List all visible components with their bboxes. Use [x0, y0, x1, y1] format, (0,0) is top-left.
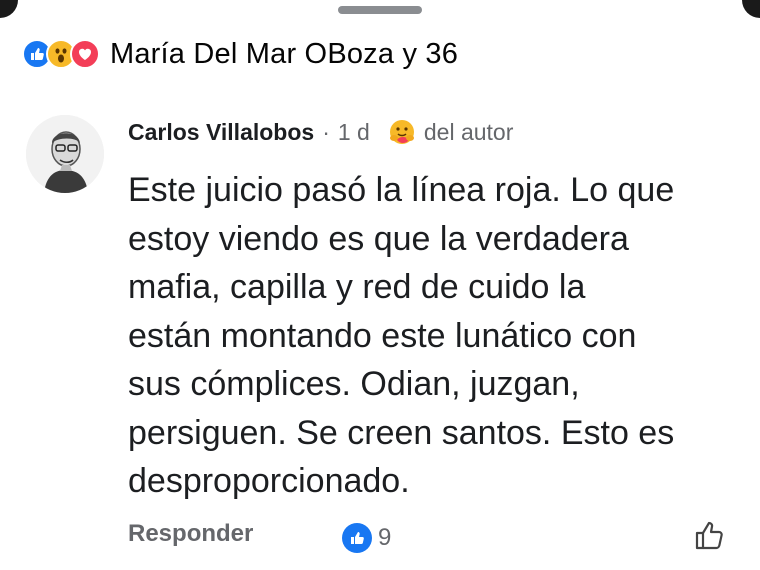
comment-meta: Carlos Villalobos · 1 d del autor	[128, 118, 513, 146]
thumbs-up-icon[interactable]	[692, 518, 726, 552]
reaction-icons	[22, 39, 100, 69]
sheet-corner-right	[742, 0, 760, 18]
comment-time[interactable]: 1 d	[338, 119, 370, 146]
hug-emoji-icon	[389, 120, 414, 144]
avatar[interactable]	[26, 115, 104, 193]
meta-separator: ·	[322, 118, 330, 145]
love-icon	[70, 39, 100, 69]
reply-button[interactable]: Responder	[128, 520, 253, 548]
like-count: 9	[378, 524, 392, 551]
like-icon	[342, 523, 372, 553]
like-summary[interactable]: 9	[342, 523, 391, 553]
comment-text: Este juicio pasó la línea roja. Lo que e…	[128, 171, 675, 500]
author-name[interactable]: Carlos Villalobos	[128, 119, 314, 146]
sheet-corner-left	[0, 0, 18, 18]
sheet-drag-handle[interactable]	[338, 6, 422, 14]
comment-actions: Responder	[128, 520, 253, 548]
reactions-summary[interactable]: María Del Mar OBoza y 36	[22, 34, 458, 74]
author-badge: del autor	[423, 118, 514, 145]
reactors-text: María Del Mar OBoza y 36	[110, 37, 459, 70]
